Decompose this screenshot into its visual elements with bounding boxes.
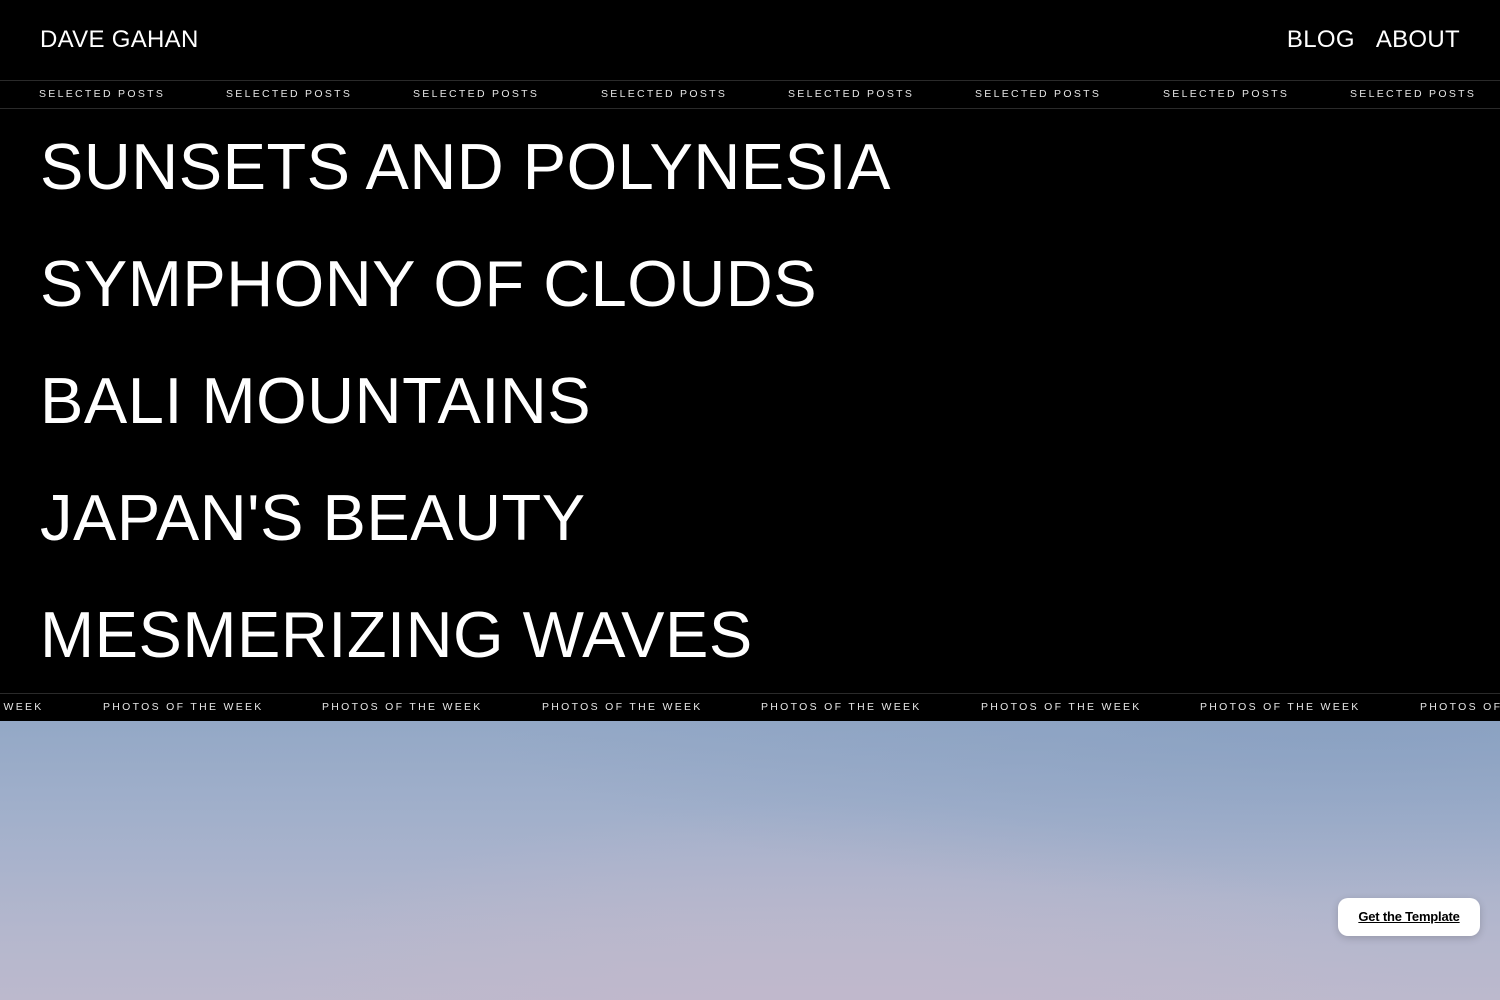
nav-about-link[interactable]: ABOUT (1376, 26, 1460, 54)
ticker-label: PHOTOS OF THE WEEK (0, 701, 44, 713)
selected-posts-ticker: SELECTED POSTS SELECTED POSTS SELECTED P… (0, 80, 1500, 109)
get-template-button[interactable]: Get the Template (1338, 898, 1480, 936)
ticker-label: PHOTOS OF THE WEEK (1200, 701, 1361, 713)
brand-link[interactable]: DAVE GAHAN (40, 26, 199, 54)
post-link[interactable]: JAPAN'S BEAUTY (40, 459, 586, 576)
ticker-label: SELECTED POSTS (1163, 88, 1290, 100)
post-link[interactable]: MESMERIZING WAVES (40, 576, 753, 693)
site-header: DAVE GAHAN BLOG ABOUT (0, 0, 1500, 80)
ticker-label: SELECTED POSTS (975, 88, 1102, 100)
posts-list: SUNSETS AND POLYNESIA SYMPHONY OF CLOUDS… (40, 108, 891, 693)
post-item: SYMPHONY OF CLOUDS (40, 225, 891, 342)
post-link[interactable]: BALI MOUNTAINS (40, 342, 591, 459)
ticker-label: SELECTED POSTS (413, 88, 540, 100)
ticker-label: PHOTOS OF THE WEEK (542, 701, 703, 713)
photos-of-the-week-ticker: PHOTOS OF THE WEEK PHOTOS OF THE WEEK PH… (0, 693, 1500, 722)
post-item: BALI MOUNTAINS (40, 342, 891, 459)
post-link[interactable]: SYMPHONY OF CLOUDS (40, 225, 817, 342)
post-item: MESMERIZING WAVES (40, 576, 891, 693)
ticker-label: SELECTED POSTS (39, 88, 166, 100)
post-item: SUNSETS AND POLYNESIA (40, 108, 891, 225)
nav-blog-link[interactable]: BLOG (1287, 26, 1355, 54)
ticker-label: PHOTOS OF THE WEEK (322, 701, 483, 713)
ticker-label: PHOTOS OF THE WEEK (981, 701, 1142, 713)
ticker-label: SELECTED POSTS (1350, 88, 1477, 100)
post-link[interactable]: SUNSETS AND POLYNESIA (40, 108, 891, 225)
ticker-label: PHOTOS OF THE WEEK (1420, 701, 1500, 713)
hero-sky-photo (0, 721, 1500, 1000)
ticker-label: SELECTED POSTS (601, 88, 728, 100)
ticker-label: PHOTOS OF THE WEEK (103, 701, 264, 713)
post-item: JAPAN'S BEAUTY (40, 459, 891, 576)
ticker-label: PHOTOS OF THE WEEK (761, 701, 922, 713)
ticker-label: SELECTED POSTS (788, 88, 915, 100)
ticker-label: SELECTED POSTS (226, 88, 353, 100)
main-nav: BLOG ABOUT (1287, 26, 1460, 54)
